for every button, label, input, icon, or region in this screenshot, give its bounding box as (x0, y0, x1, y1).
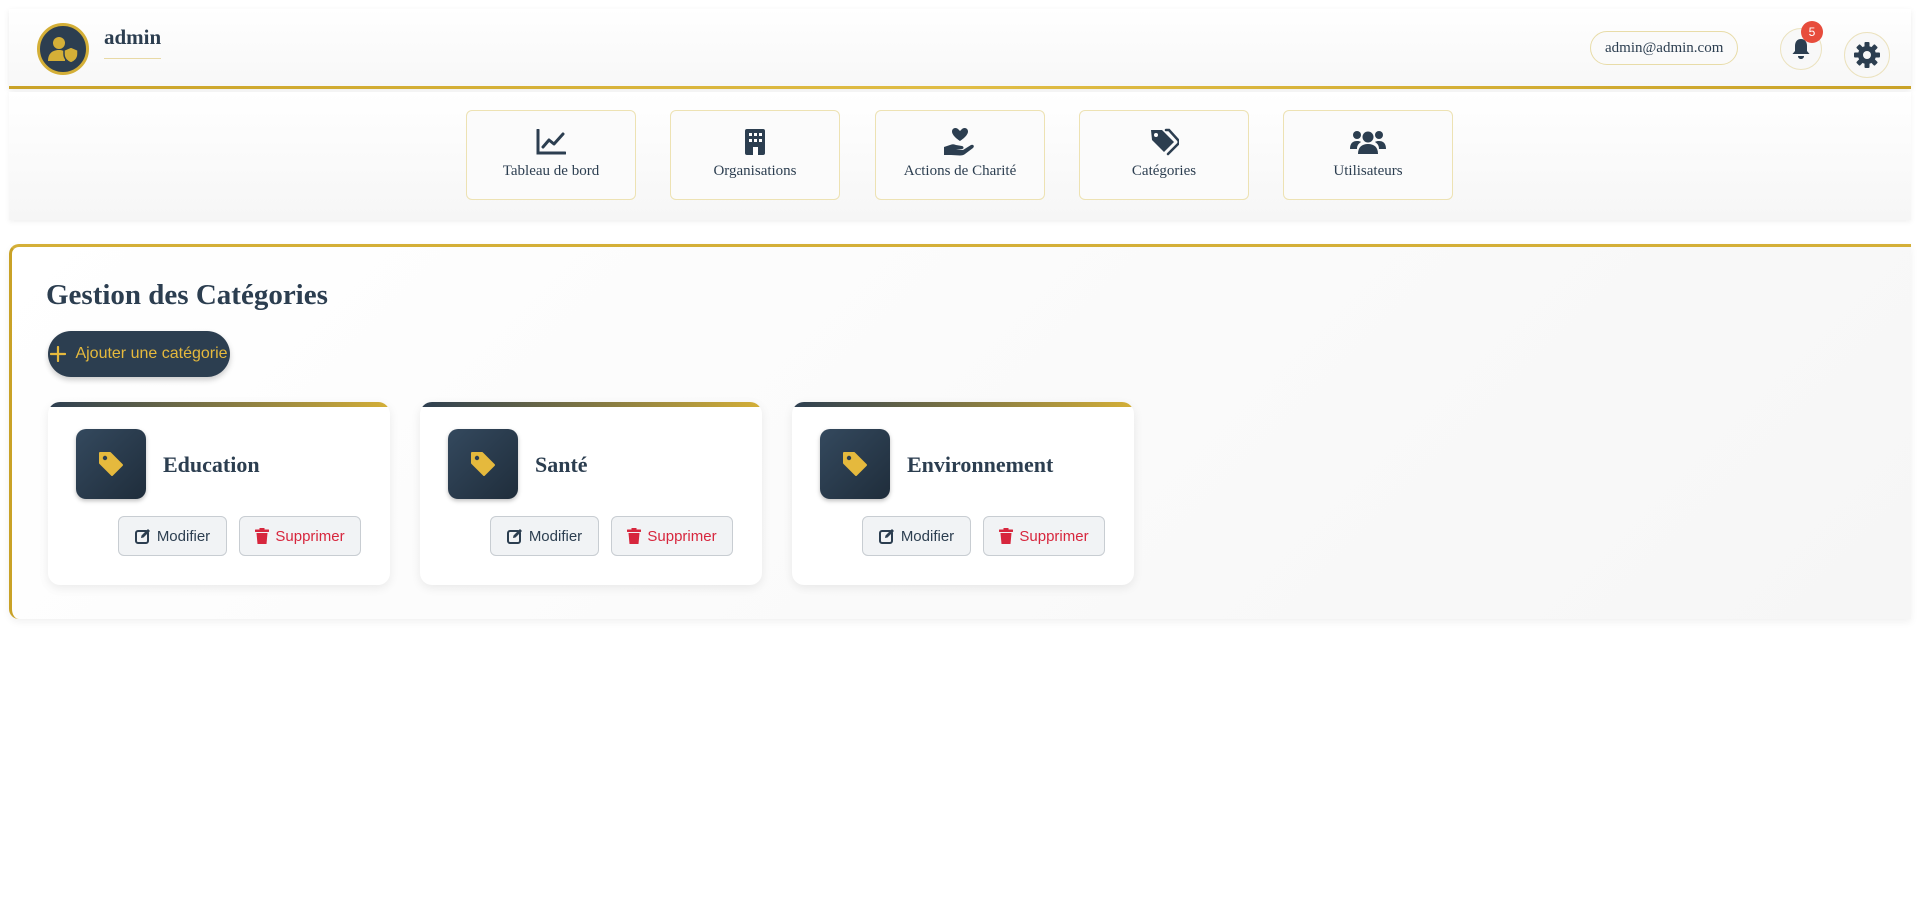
edit-label: Modifier (528, 527, 583, 545)
category-card: Education Modifier Supprimer (48, 402, 390, 585)
nav-label: Actions de Charité (903, 163, 1017, 179)
edit-label: Modifier (900, 527, 955, 545)
user-shield-icon (48, 37, 79, 64)
nav-item-tableau-de-bord[interactable]: Tableau de bord (466, 110, 636, 200)
nav-label: Organisations (713, 163, 797, 179)
category-card: Santé Modifier Supprimer (420, 402, 762, 585)
nav-item-utilisateurs[interactable]: Utilisateurs (1283, 110, 1453, 200)
card-accent-bar (420, 402, 762, 407)
nav-label: Catégories (1131, 163, 1197, 179)
nav-label: Tableau de bord (502, 163, 600, 179)
card-accent-bar (48, 402, 390, 407)
delete-button[interactable]: Supprimer (983, 516, 1105, 556)
nav-item-organisations[interactable]: Organisations (670, 110, 840, 200)
category-icon-tile (820, 429, 890, 499)
edit-button[interactable]: Modifier (118, 516, 227, 556)
main-navigation: Tableau de bord Organisations Actions de… (9, 92, 1911, 220)
category-icon-tile (76, 429, 146, 499)
trash-icon (255, 528, 270, 544)
delete-label: Supprimer (1019, 527, 1089, 545)
tag-icon (843, 452, 867, 476)
edit-icon (506, 529, 522, 544)
plus-icon (50, 346, 67, 362)
nav-item-actions-de-charite[interactable]: Actions de Charité (875, 110, 1045, 200)
settings-button[interactable] (1844, 32, 1890, 78)
delete-label: Supprimer (647, 527, 717, 545)
delete-button[interactable]: Supprimer (239, 516, 361, 556)
edit-button[interactable]: Modifier (490, 516, 599, 556)
category-name: Santé (535, 452, 588, 477)
top-header: admin admin@admin.com 5 (9, 9, 1911, 89)
category-icon-tile (448, 429, 518, 499)
tag-icon (471, 452, 495, 476)
users-icon (1350, 131, 1386, 154)
category-card: Environnement Modifier Supprimer (792, 402, 1134, 585)
categories-panel: Gestion des Catégories Ajouter une catég… (9, 244, 1911, 619)
delete-button[interactable]: Supprimer (611, 516, 733, 556)
nav-item-categories[interactable]: Catégories (1079, 110, 1249, 200)
trash-icon (999, 528, 1014, 544)
edit-icon (134, 529, 150, 544)
user-email: admin@admin.com (1590, 31, 1739, 65)
username: admin (104, 25, 162, 59)
add-category-button[interactable]: Ajouter une catégorie (48, 331, 230, 377)
category-name: Environnement (907, 452, 1054, 477)
edit-icon (878, 529, 894, 544)
page-title: Gestion des Catégories (46, 279, 328, 311)
nav-label: Utilisateurs (1333, 163, 1403, 179)
hand-holding-heart-icon (944, 127, 974, 156)
chart-line-icon (536, 129, 566, 155)
category-name: Education (163, 452, 260, 477)
edit-label: Modifier (156, 527, 211, 545)
building-icon (745, 129, 765, 155)
tags-icon (1151, 128, 1179, 156)
card-accent-bar (792, 402, 1134, 407)
admin-avatar[interactable] (37, 23, 89, 75)
edit-button[interactable]: Modifier (862, 516, 971, 556)
notification-badge: 5 (1801, 21, 1823, 43)
tag-icon (99, 452, 123, 476)
trash-icon (627, 528, 642, 544)
gear-icon (1854, 42, 1880, 68)
add-category-label: Ajouter une catégorie (75, 345, 228, 362)
delete-label: Supprimer (275, 527, 345, 545)
